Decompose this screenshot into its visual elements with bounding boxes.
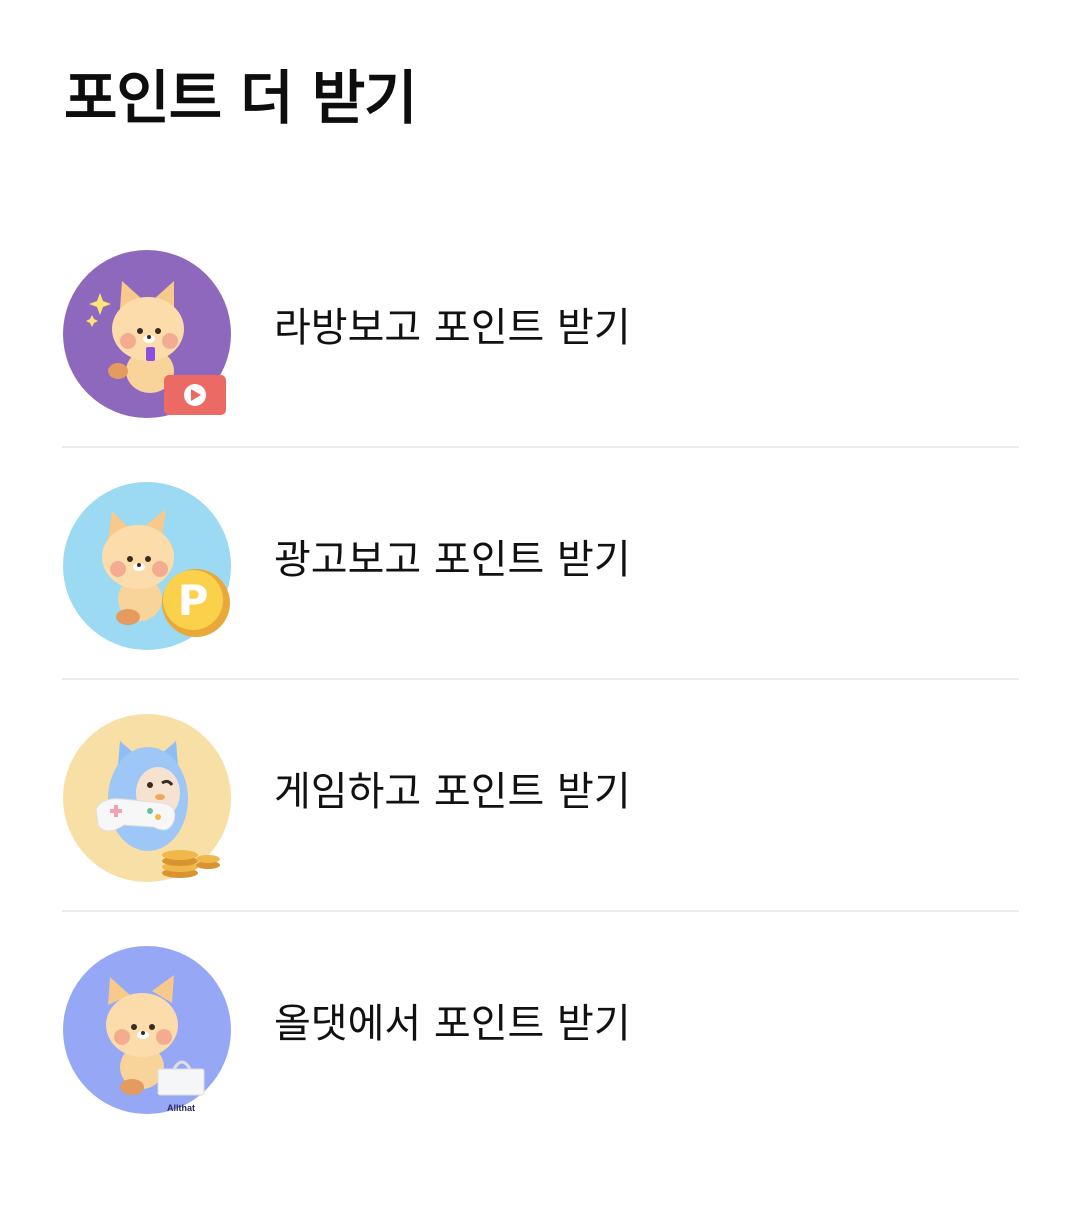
- list-item-live[interactable]: 라방보고 포인트 받기: [62, 216, 1019, 448]
- list-item-label: 라방보고 포인트 받기: [274, 305, 631, 351]
- section-title: 포인트 더 받기: [64, 64, 418, 132]
- list-item-ads[interactable]: P 광고보고 포인트 받기: [62, 448, 1019, 680]
- point-coin-icon: P: [62, 481, 232, 651]
- svg-text:P: P: [178, 576, 209, 625]
- list-item-game[interactable]: 게임하고 포인트 받기: [62, 680, 1019, 912]
- list-item-label: 게임하고 포인트 받기: [274, 769, 631, 815]
- list-item-allthat[interactable]: Allthat 올댓에서 포인트 받기: [62, 912, 1019, 1144]
- list-item-label: 올댓에서 포인트 받기: [274, 1001, 631, 1047]
- allthat-badge-text: Allthat: [167, 1103, 195, 1113]
- live-video-icon: [62, 249, 232, 419]
- list-item-label: 광고보고 포인트 받기: [274, 537, 631, 583]
- earn-points-list: 라방보고 포인트 받기 P 광고보고 포인트 받기 게임하고 포인트 받기 Al…: [62, 216, 1019, 1144]
- allthat-bag-icon: Allthat: [62, 945, 232, 1115]
- earn-points-page: 포인트 더 받기 라방보고 포인트 받기 P 광고보고 포인트 받기 게임하고 …: [0, 0, 1080, 1227]
- game-controller-icon: [62, 713, 232, 883]
